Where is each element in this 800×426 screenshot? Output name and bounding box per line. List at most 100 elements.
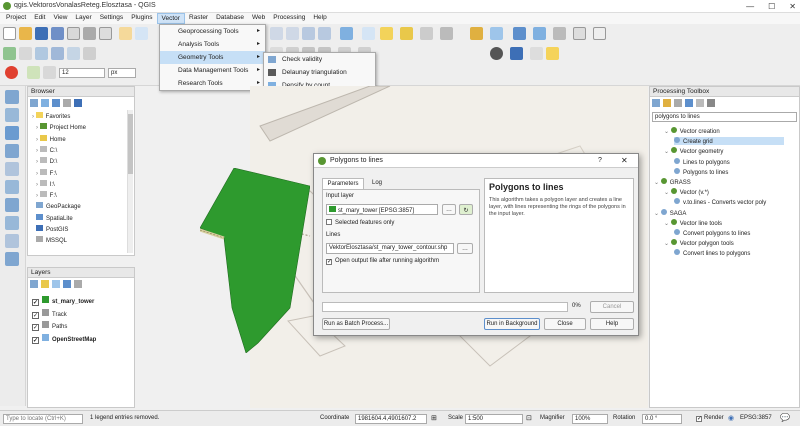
collapse-all-icon[interactable] <box>63 99 71 107</box>
toolbox-item[interactable]: ⌄ GRASS <box>654 178 691 186</box>
menu-vector[interactable]: Vector <box>156 13 185 24</box>
layer-visibility-checkbox[interactable]: ✓ <box>32 336 39 344</box>
measure-icon[interactable] <box>490 27 503 40</box>
magnifier-input[interactable]: 100% <box>572 414 608 424</box>
menu-plugins[interactable]: Plugins <box>127 13 156 24</box>
map-tips-icon[interactable] <box>513 27 526 40</box>
crs-globe-icon[interactable]: ◉ <box>728 414 734 422</box>
input-layer-select[interactable]: st_mary_tower [EPSG:3857] <box>326 204 438 215</box>
toolbox-item[interactable]: Convert polygons to lines <box>674 229 750 237</box>
close-dialog-button[interactable]: Close <box>544 318 586 330</box>
edit-pencil-icon[interactable] <box>19 47 32 60</box>
tab-parameters[interactable]: Parameters <box>322 178 364 189</box>
models-icon[interactable] <box>652 99 660 107</box>
deselect-icon[interactable] <box>400 27 413 40</box>
input-browse-button[interactable]: … <box>442 204 456 215</box>
vector-menu-item[interactable]: Geometry Tools ▸ <box>160 51 265 64</box>
add-feature-icon[interactable] <box>35 47 48 60</box>
print-layout-icon[interactable] <box>67 27 80 40</box>
style-manager-icon[interactable] <box>99 27 112 40</box>
browser-item[interactable]: › F:\ <box>36 168 57 177</box>
results-icon[interactable] <box>685 99 693 107</box>
save-as-icon[interactable] <box>51 27 64 40</box>
sum-icon[interactable] <box>553 27 566 40</box>
add-virtual-layer-icon[interactable] <box>5 252 19 266</box>
properties-icon[interactable] <box>74 99 82 107</box>
snapping-magnet-icon[interactable] <box>5 66 18 79</box>
epsg-label[interactable]: EPSG:3857 <box>740 415 772 421</box>
toolbox-item[interactable]: v.to.lines - Converts vector poly <box>674 198 766 206</box>
statistics-icon[interactable] <box>470 27 483 40</box>
layout-manager-icon[interactable] <box>83 27 96 40</box>
pan-to-selection-icon[interactable] <box>135 27 148 40</box>
add-spatialite-icon[interactable] <box>5 144 19 158</box>
add-group-icon[interactable] <box>41 280 49 288</box>
processing-toolbox-icon[interactable] <box>533 27 546 40</box>
scale-select[interactable]: 1:500 <box>465 414 523 424</box>
add-postgis-icon[interactable] <box>5 126 19 140</box>
menu-view[interactable]: View <box>49 13 71 24</box>
lines-output-input[interactable]: VektorElosztasa/st_mary_tower_contour.sh… <box>326 243 454 254</box>
browser-item[interactable]: GeoPackage <box>36 202 81 210</box>
toolbox-item[interactable]: ⌄ Vector polygon tools <box>664 239 734 247</box>
show-bookmarks-icon[interactable] <box>318 27 331 40</box>
toolbox-item[interactable]: Create grid <box>674 137 784 146</box>
extents-icon[interactable]: ⊞ <box>431 414 437 422</box>
attribute-table-icon[interactable] <box>420 27 433 40</box>
plugin-icon[interactable] <box>510 47 523 60</box>
visibility-icon[interactable] <box>52 280 60 288</box>
open-output-checkbox[interactable]: ✓ Open output file after running algorith… <box>326 258 439 265</box>
add-delimited-text-icon[interactable] <box>5 234 19 248</box>
browser-item[interactable]: MSSQL <box>36 236 67 244</box>
menu-layer[interactable]: Layer <box>71 13 95 24</box>
menu-processing[interactable]: Processing <box>269 13 309 24</box>
help-icon[interactable] <box>546 47 559 60</box>
edit-features-in-place-icon[interactable] <box>696 99 704 107</box>
field-calculator-icon[interactable] <box>440 27 453 40</box>
selected-only-checkbox[interactable]: Selected features only <box>326 219 394 226</box>
toolbox-search-input[interactable]: polygons to lines <box>652 112 797 122</box>
add-wcs-icon[interactable] <box>5 198 19 212</box>
layer-item[interactable]: ✓ st_mary_tower <box>32 296 94 306</box>
refresh-icon[interactable] <box>340 27 353 40</box>
vertex-tool-icon[interactable] <box>51 47 64 60</box>
layer-item[interactable]: ✓ Track <box>32 308 67 319</box>
save-project-icon[interactable] <box>35 27 48 40</box>
cut-features-icon[interactable] <box>83 47 96 60</box>
toolbox-item[interactable]: Lines to polygons <box>674 157 730 166</box>
help-button[interactable]: Help <box>590 318 634 330</box>
browser-item[interactable]: PostGIS <box>36 225 68 233</box>
browser-item[interactable]: SpatiaLite <box>36 213 73 222</box>
browser-item[interactable]: › D:\ <box>36 157 57 165</box>
menu-raster[interactable]: Raster <box>185 13 212 24</box>
browser-item[interactable]: › Home <box>36 134 66 143</box>
layer-styling-icon[interactable] <box>30 280 38 288</box>
batch-process-button[interactable]: Run as Batch Process... <box>322 318 390 330</box>
add-wms-icon[interactable] <box>5 180 19 194</box>
toolbox-item[interactable]: ⌄ Vector geometry <box>664 147 723 155</box>
render-checkbox[interactable]: ✓ Render <box>696 415 724 422</box>
snap-vertex-icon[interactable] <box>27 66 40 79</box>
browser-item[interactable]: › Project Home <box>36 123 86 131</box>
browser-item[interactable]: › I:\ <box>36 179 55 188</box>
toolbox-item[interactable]: ⌄ Vector creation <box>664 127 720 135</box>
scripts-icon[interactable] <box>663 99 671 107</box>
menu-help[interactable]: Help <box>309 13 330 24</box>
add-wfs-icon[interactable] <box>5 216 19 230</box>
layer-visibility-checkbox[interactable]: ✓ <box>32 299 39 306</box>
iterate-icon[interactable]: ↻ <box>459 204 473 215</box>
layer-visibility-checkbox[interactable]: ✓ <box>32 324 39 331</box>
run-in-background-button[interactable]: Run in Background <box>484 318 540 330</box>
toolbox-item[interactable]: ⌄ SAGA <box>654 208 686 217</box>
menu-settings[interactable]: Settings <box>96 13 128 24</box>
messages-icon[interactable]: 💬 <box>780 413 790 422</box>
layer-visibility-checkbox[interactable]: ✓ <box>32 311 39 319</box>
vector-menu-item[interactable]: Data Management Tools ▸ <box>160 64 265 77</box>
geometry-menu-item[interactable]: Check validity <box>264 53 375 66</box>
options-icon[interactable] <box>707 99 715 107</box>
close-button[interactable]: ✕ <box>789 2 796 11</box>
minimize-button[interactable]: — <box>746 2 754 11</box>
zoom-last-icon[interactable] <box>270 27 283 40</box>
pan-icon[interactable] <box>119 27 132 40</box>
menu-edit[interactable]: Edit <box>30 13 49 24</box>
